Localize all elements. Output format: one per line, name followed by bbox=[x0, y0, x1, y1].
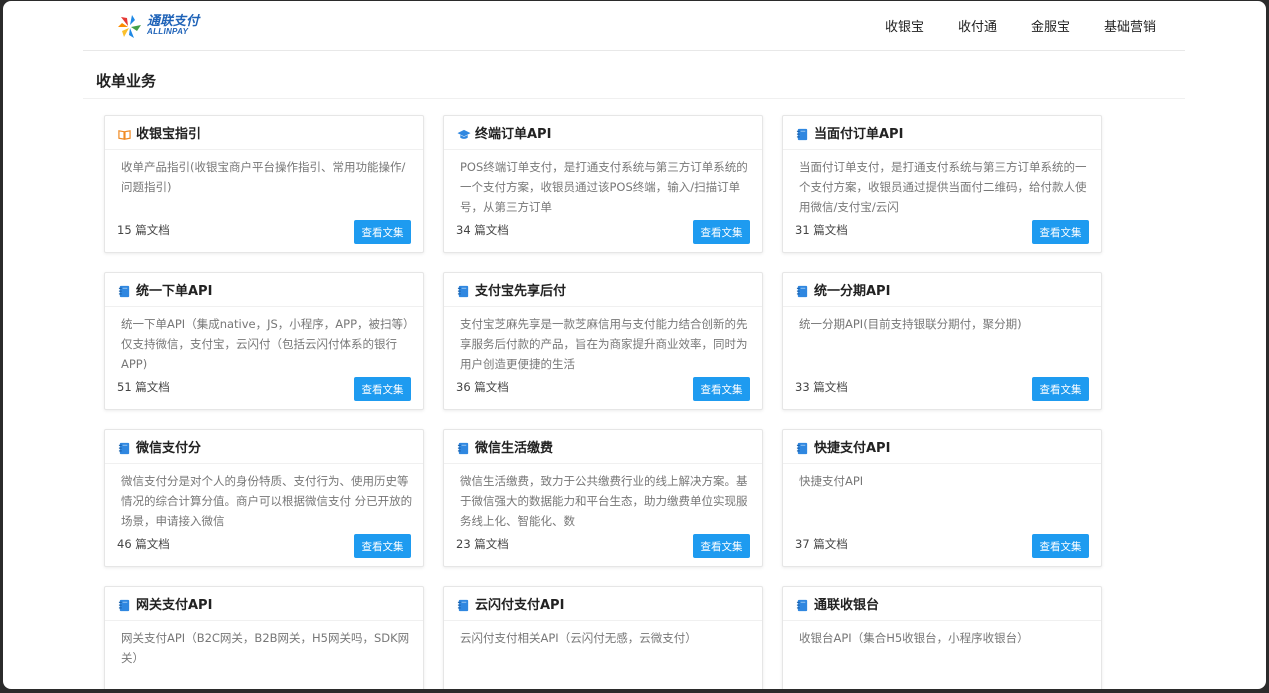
notebook-icon bbox=[118, 283, 131, 298]
card-doc-count: 37 篇文档 bbox=[795, 537, 848, 551]
card-title[interactable]: 微信生活缴费 bbox=[475, 437, 553, 456]
card-description: 统一分期API(目前支持银联分期付，聚分期) bbox=[799, 317, 1022, 331]
nav-item-jinfubao[interactable]: 金服宝 bbox=[1031, 16, 1070, 35]
doc-card[interactable]: 终端订单API POS终端订单支付，是打通支付系统与第三方订单系统的一个支付方案，… bbox=[443, 115, 763, 253]
view-collection-button[interactable]: 查看文集 bbox=[354, 534, 411, 558]
brand-name-en: ALLINPAY bbox=[147, 27, 189, 36]
card-doc-count: 15 篇文档 bbox=[117, 223, 170, 237]
notebook-icon bbox=[796, 597, 809, 612]
view-collection-button[interactable]: 查看文集 bbox=[1032, 534, 1089, 558]
card-title[interactable]: 支付宝先享后付 bbox=[475, 280, 566, 299]
card-title[interactable]: 云闪付支付API bbox=[475, 594, 564, 613]
doc-card[interactable]: 微信生活缴费微信生活缴费，致力于公共缴费行业的线上解决方案。基于微信强大的数据能… bbox=[443, 429, 763, 567]
card-title[interactable]: 收银宝指引 bbox=[136, 123, 201, 142]
view-collection-button[interactable]: 查看文集 bbox=[1032, 377, 1089, 401]
card-header: 当面付订单API bbox=[783, 116, 1101, 150]
card-description: 支付宝芝麻先享是一款芝麻信用与支付能力结合创新的先享服务后付款的产品，旨在为商家… bbox=[460, 317, 748, 371]
card-description: 收银台API（集合H5收银台，小程序收银台） bbox=[799, 631, 1029, 645]
card-description: 快捷支付API bbox=[799, 474, 864, 488]
notebook-icon bbox=[457, 283, 470, 298]
card-title[interactable]: 统一分期API bbox=[814, 280, 890, 299]
card-header: 微信生活缴费 bbox=[444, 430, 762, 464]
notebook-icon bbox=[118, 440, 131, 455]
card-doc-count: 51 篇文档 bbox=[117, 380, 170, 394]
notebook-icon bbox=[796, 283, 809, 298]
card-description: 微信支付分是对个人的身份特质、支付行为、使用历史等情况的综合计算分值。商户可以根… bbox=[121, 474, 413, 528]
card-doc-count: 46 篇文档 bbox=[117, 537, 170, 551]
view-collection-button[interactable]: 查看文集 bbox=[1032, 220, 1089, 244]
card-description: 当面付订单支付，是打通支付系统与第三方订单系统的一个支付方案，收银员通过提供当面… bbox=[799, 160, 1087, 214]
card-title[interactable]: 终端订单API bbox=[475, 123, 551, 142]
brand-name-cn: 通联支付 bbox=[147, 13, 200, 28]
view-collection-button[interactable]: 查看文集 bbox=[693, 377, 750, 401]
notebook-icon bbox=[796, 440, 809, 455]
doc-card[interactable]: 快捷支付API 快捷支付API 37 篇文档 查看文集 bbox=[782, 429, 1102, 567]
card-title[interactable]: 统一下单API bbox=[136, 280, 212, 299]
view-collection-button[interactable]: 查看文集 bbox=[693, 220, 750, 244]
doc-card[interactable]: 微信支付分微信支付分是对个人的身份特质、支付行为、使用历史等情况的综合计算分值。… bbox=[104, 429, 424, 567]
nav-item-jichuyingxiao[interactable]: 基础营销 bbox=[1104, 16, 1156, 35]
card-header: 支付宝先享后付 bbox=[444, 273, 762, 307]
top-header: 通联支付 ALLINPAY 收银宝 收付通 金服宝 基础营销 bbox=[83, 1, 1185, 51]
browser-window: 通联支付 ALLINPAY 收银宝 收付通 金服宝 基础营销 收单业务 收银宝指… bbox=[3, 1, 1266, 689]
card-doc-count: 34 篇文档 bbox=[456, 223, 509, 237]
nav-item-shouyinbao[interactable]: 收银宝 bbox=[885, 16, 924, 35]
notebook-icon bbox=[457, 440, 470, 455]
card-doc-count: 31 篇文档 bbox=[795, 223, 848, 237]
section-title: 收单业务 bbox=[96, 72, 157, 90]
doc-card[interactable]: 通联收银台收银台API（集合H5收银台，小程序收银台） bbox=[782, 586, 1102, 689]
notebook-icon bbox=[796, 126, 809, 141]
doc-card[interactable]: 当面付订单API 当面付订单支付，是打通支付系统与第三方订单系统的一个支付方案，收… bbox=[782, 115, 1102, 253]
card-header: 快捷支付API bbox=[783, 430, 1101, 464]
card-doc-count: 23 篇文档 bbox=[456, 537, 509, 551]
card-header: 通联收银台 bbox=[783, 587, 1101, 621]
card-doc-count: 36 篇文档 bbox=[456, 380, 509, 394]
card-description: 微信生活缴费，致力于公共缴费行业的线上解决方案。基于微信强大的数据能力和平台生态… bbox=[460, 474, 748, 528]
card-description: POS终端订单支付，是打通支付系统与第三方订单系统的一个支付方案，收银员通过该P… bbox=[460, 160, 748, 214]
card-description: 统一下单API（集成native，JS，小程序，APP，被扫等）仅支持微信，支付… bbox=[121, 317, 409, 371]
card-description: 网关支付API（B2C网关，B2B网关，H5网关吗，SDK网关） bbox=[121, 631, 410, 665]
card-title[interactable]: 快捷支付API bbox=[814, 437, 890, 456]
nav-item-shoufutong[interactable]: 收付通 bbox=[958, 16, 997, 35]
doc-card[interactable]: 收银宝指引收单产品指引(收银宝商户平台操作指引、常用功能操作/问题指引) 15 篇… bbox=[104, 115, 424, 253]
graduation-cap-icon bbox=[457, 126, 471, 139]
card-header: 统一分期API bbox=[783, 273, 1101, 307]
card-title[interactable]: 当面付订单API bbox=[814, 123, 903, 142]
card-header: 终端订单API bbox=[444, 116, 762, 150]
open-book-icon bbox=[118, 126, 131, 140]
notebook-icon bbox=[118, 597, 131, 612]
allinpay-pinwheel-icon bbox=[118, 15, 141, 38]
section-divider bbox=[83, 98, 1185, 99]
card-description: 收单产品指引(收银宝商户平台操作指引、常用功能操作/问题指引) bbox=[121, 160, 406, 194]
notebook-icon bbox=[457, 597, 470, 612]
view-collection-button[interactable]: 查看文集 bbox=[693, 534, 750, 558]
doc-card[interactable]: 统一分期API 统一分期API(目前支持银联分期付，聚分期) 33 篇文档 查看文集 bbox=[782, 272, 1102, 410]
card-description: 云闪付支付相关API（云闪付无感，云微支付） bbox=[460, 631, 697, 645]
card-header: 微信支付分 bbox=[105, 430, 423, 464]
doc-card[interactable]: 统一下单API 统一下单API（集成native，JS，小程序，APP，被扫等）仅… bbox=[104, 272, 424, 410]
doc-card[interactable]: 云闪付支付API 云闪付支付相关API（云闪付无感，云微支付） bbox=[443, 586, 763, 689]
card-header: 云闪付支付API bbox=[444, 587, 762, 621]
card-title[interactable]: 网关支付API bbox=[136, 594, 212, 613]
card-doc-count: 33 篇文档 bbox=[795, 380, 848, 394]
view-collection-button[interactable]: 查看文集 bbox=[354, 220, 411, 244]
doc-card[interactable]: 网关支付API 网关支付API（B2C网关，B2B网关，H5网关吗，SDK网关） bbox=[104, 586, 424, 689]
card-header: 网关支付API bbox=[105, 587, 423, 621]
card-header: 统一下单API bbox=[105, 273, 423, 307]
card-title[interactable]: 微信支付分 bbox=[136, 437, 201, 456]
view-collection-button[interactable]: 查看文集 bbox=[354, 377, 411, 401]
brand-logo[interactable]: 通联支付 ALLINPAY bbox=[117, 13, 200, 40]
doc-card[interactable]: 支付宝先享后付支付宝芝麻先享是一款芝麻信用与支付能力结合创新的先享服务后付款的产… bbox=[443, 272, 763, 410]
card-header: 收银宝指引 bbox=[105, 116, 423, 150]
top-nav: 收银宝 收付通 金服宝 基础营销 bbox=[851, 1, 1156, 50]
card-title[interactable]: 通联收银台 bbox=[814, 594, 879, 613]
